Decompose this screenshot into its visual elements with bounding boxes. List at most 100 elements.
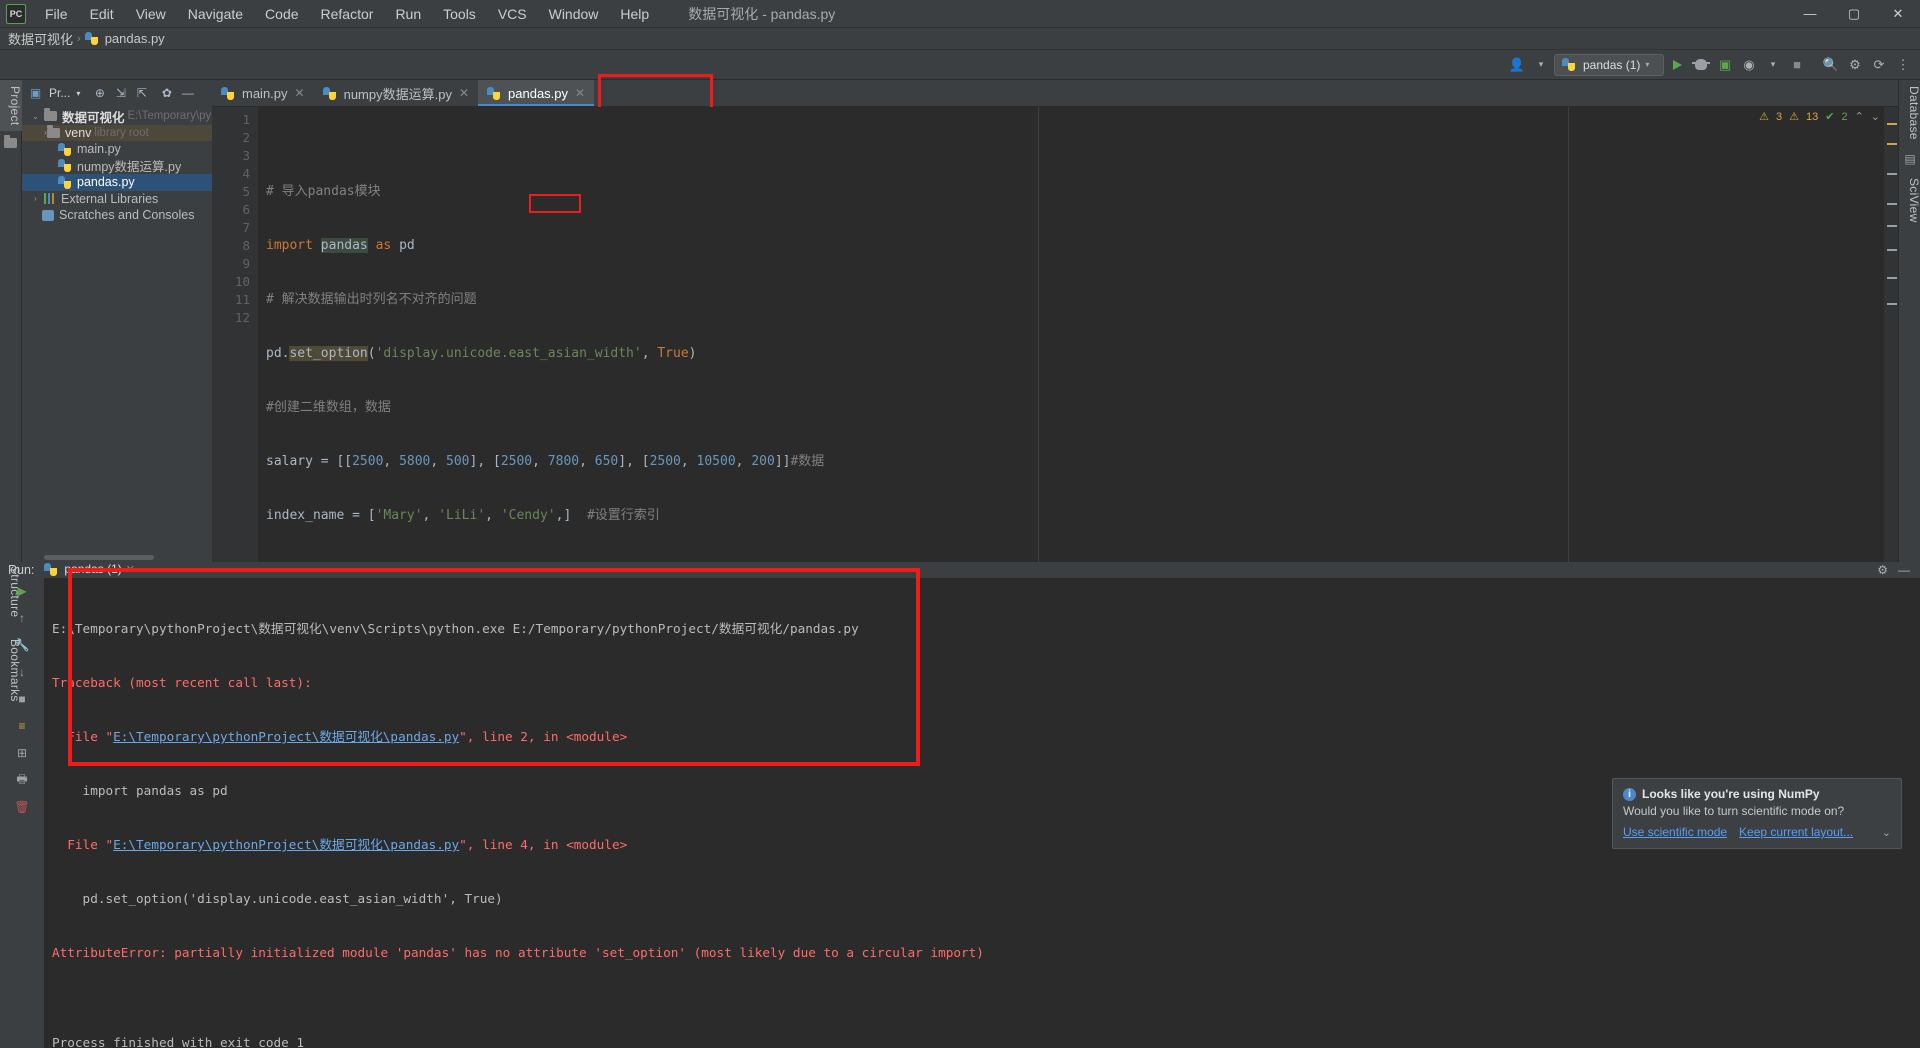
tree-item-venv[interactable]: › venv library root (22, 124, 212, 141)
minimize-button[interactable]: — (1788, 0, 1832, 28)
menu-window[interactable]: Window (538, 2, 610, 26)
tree-item-numpy-py[interactable]: numpy数据运算.py (22, 158, 212, 174)
coverage-button[interactable]: ▣ (1714, 54, 1736, 76)
close-icon[interactable]: ✕ (295, 86, 305, 100)
sidebar-tab-bookmarks[interactable]: Bookmarks (0, 633, 22, 708)
hide-panel-icon[interactable]: — (180, 86, 195, 101)
project-settings-icon[interactable]: ✿ (159, 86, 174, 101)
menu-tools[interactable]: Tools (432, 2, 487, 26)
line-number: 4 (242, 166, 250, 181)
print-icon[interactable]: 🖶 (12, 771, 32, 789)
tab-numpy-py[interactable]: numpy数据运算.py ✕ (314, 80, 478, 106)
close-icon[interactable]: ✕ (575, 86, 585, 100)
expand-all-icon[interactable]: ⇲ (113, 86, 128, 101)
breadcrumb-project[interactable]: 数据可视化 (8, 29, 73, 48)
run-config-caret-icon: ▾ (1645, 60, 1650, 69)
line-number: 6 (242, 202, 250, 217)
code-editor[interactable]: 1 2 3 4 5 6 7 8 9 10 11 12 # 导入pandas模块 … (212, 107, 1898, 562)
console-file-link-1[interactable]: E:\Temporary\pythonProject\数据可视化\pandas.… (113, 729, 459, 744)
sidebar-tab-project[interactable]: Project (0, 80, 22, 132)
chevron-up-icon[interactable]: ⌃ (1855, 110, 1864, 123)
stop-button[interactable]: ■ (1786, 54, 1808, 76)
close-icon[interactable]: ✕ (126, 563, 135, 576)
tab-label-main-py: main.py (242, 85, 288, 101)
run-button[interactable] (1666, 54, 1688, 76)
chevron-down-icon[interactable]: ▾ (1530, 54, 1552, 76)
sidebar-tab-structure[interactable]: Structure (0, 560, 22, 623)
menu-view[interactable]: View (125, 2, 177, 26)
debug-button[interactable] (1690, 54, 1712, 76)
sidebar-tab-sciview[interactable]: SciView (1899, 172, 1920, 229)
search-icon[interactable]: 🔍 (1820, 54, 1842, 76)
chevron-down-icon[interactable]: ⌄ (1871, 110, 1880, 123)
project-folder-icon (0, 135, 22, 151)
project-horizontal-scrollbar[interactable] (22, 553, 212, 562)
tree-item-project-root[interactable]: ⌄ 数据可视化 E:\Temporary\py (22, 108, 212, 125)
tree-label-project: 数据可视化 (62, 110, 125, 125)
tree-label-external-libraries: External Libraries (61, 191, 159, 206)
tab-main-py[interactable]: main.py ✕ (212, 80, 314, 106)
project-view-caret-icon[interactable]: ▾ (76, 89, 80, 98)
locate-file-icon[interactable]: ⊕ (92, 86, 107, 101)
main-area: Project ▣ Pr... ▾ ⊕ ⇲ ⇱ ✿ — ⌄ 数据可视化 E:\T… (0, 74, 1920, 562)
profile-caret-icon[interactable]: ▾ (1762, 54, 1784, 76)
console-line-command: E:\Temporary\pythonProject\数据可视化\venv\Sc… (52, 621, 859, 636)
window-controls: — ▢ ✕ (1788, 0, 1920, 28)
console-line-error: AttributeError: partially initialized mo… (52, 945, 984, 960)
window-title: 数据可视化 - pandas.py (688, 5, 836, 22)
run-configuration-selector[interactable]: pandas (1) ▾ (1554, 53, 1664, 76)
soft-wrap-icon[interactable]: ≡ (12, 717, 32, 735)
code-content[interactable]: # 导入pandas模块 import pandas as pd # 解决数据输… (258, 107, 1884, 562)
collapse-all-icon[interactable]: ⇱ (134, 86, 149, 101)
menu-code[interactable]: Code (254, 2, 309, 26)
menu-run[interactable]: Run (384, 2, 432, 26)
console-file-link-2[interactable]: E:\Temporary\pythonProject\数据可视化\pandas.… (113, 837, 459, 852)
app-logo-icon: PC (6, 3, 26, 24)
run-hide-icon[interactable]: — (1898, 563, 1910, 577)
run-config-python-icon (1562, 58, 1575, 71)
chevron-down-icon[interactable]: ⌄ (1882, 826, 1891, 839)
chevron-down-icon[interactable]: ⌄ (30, 112, 41, 121)
project-view-label[interactable]: Pr... (49, 86, 70, 100)
console-file-suffix-1: ", line 2, in <module> (459, 729, 628, 744)
run-tool-window: Run: pandas (1) ✕ ⚙ — ▶ ↑ 🔧 ↓ ■ ≡ ⊞ 🖶 🗑 … (0, 562, 1920, 1048)
close-icon[interactable]: ✕ (459, 86, 469, 100)
chevron-right-icon[interactable]: › (30, 128, 47, 137)
clear-all-icon[interactable]: 🗑 (12, 798, 32, 816)
menu-navigate[interactable]: Navigate (177, 2, 254, 26)
menu-refactor[interactable]: Refactor (310, 2, 385, 26)
tab-pandas-py[interactable]: pandas.py ✕ (478, 80, 595, 106)
layout-icon[interactable]: ⊞ (12, 744, 32, 762)
line-number: 9 (242, 256, 250, 271)
keep-current-layout-link[interactable]: Keep current layout... (1739, 825, 1853, 839)
menu-edit[interactable]: Edit (79, 2, 125, 26)
tree-item-pandas-py[interactable]: pandas.py (22, 174, 212, 191)
breadcrumb-file[interactable]: pandas.py (105, 31, 165, 46)
project-view-icon[interactable]: ▣ (28, 86, 43, 101)
tree-item-external-libraries[interactable]: › External Libraries (22, 191, 212, 208)
python-file-icon (58, 159, 71, 173)
settings-gear-icon[interactable]: ⚙ (1844, 54, 1866, 76)
use-scientific-mode-link[interactable]: Use scientific mode (1623, 825, 1727, 839)
python-file-icon (58, 175, 71, 189)
run-session-tab[interactable]: pandas (1) ✕ (44, 562, 135, 580)
updates-icon[interactable]: ⟳ (1868, 54, 1890, 76)
more-options-icon[interactable]: ⋮ (1892, 54, 1914, 76)
menu-help[interactable]: Help (609, 2, 660, 26)
sidebar-tab-database[interactable]: Database (1899, 80, 1920, 146)
menu-file[interactable]: File (34, 2, 79, 26)
python-file-icon (221, 86, 234, 100)
close-button[interactable]: ✕ (1876, 0, 1920, 28)
profile-button[interactable]: ◉ (1738, 54, 1760, 76)
chevron-right-icon[interactable]: › (30, 194, 41, 203)
user-icon[interactable]: 👤 (1506, 54, 1528, 76)
maximize-button[interactable]: ▢ (1832, 0, 1876, 28)
tree-item-main-py[interactable]: main.py (22, 141, 212, 158)
tree-detail-project-path: E:\Temporary\py (127, 110, 212, 123)
menu-vcs[interactable]: VCS (487, 2, 538, 26)
tree-item-scratches[interactable]: Scratches and Consoles (22, 207, 212, 224)
run-settings-icon[interactable]: ⚙ (1877, 563, 1888, 577)
console-line-traceback-header: Traceback (most recent call last): (52, 675, 312, 690)
folder-icon (47, 124, 60, 138)
inspection-markers-bar[interactable] (1884, 107, 1898, 562)
